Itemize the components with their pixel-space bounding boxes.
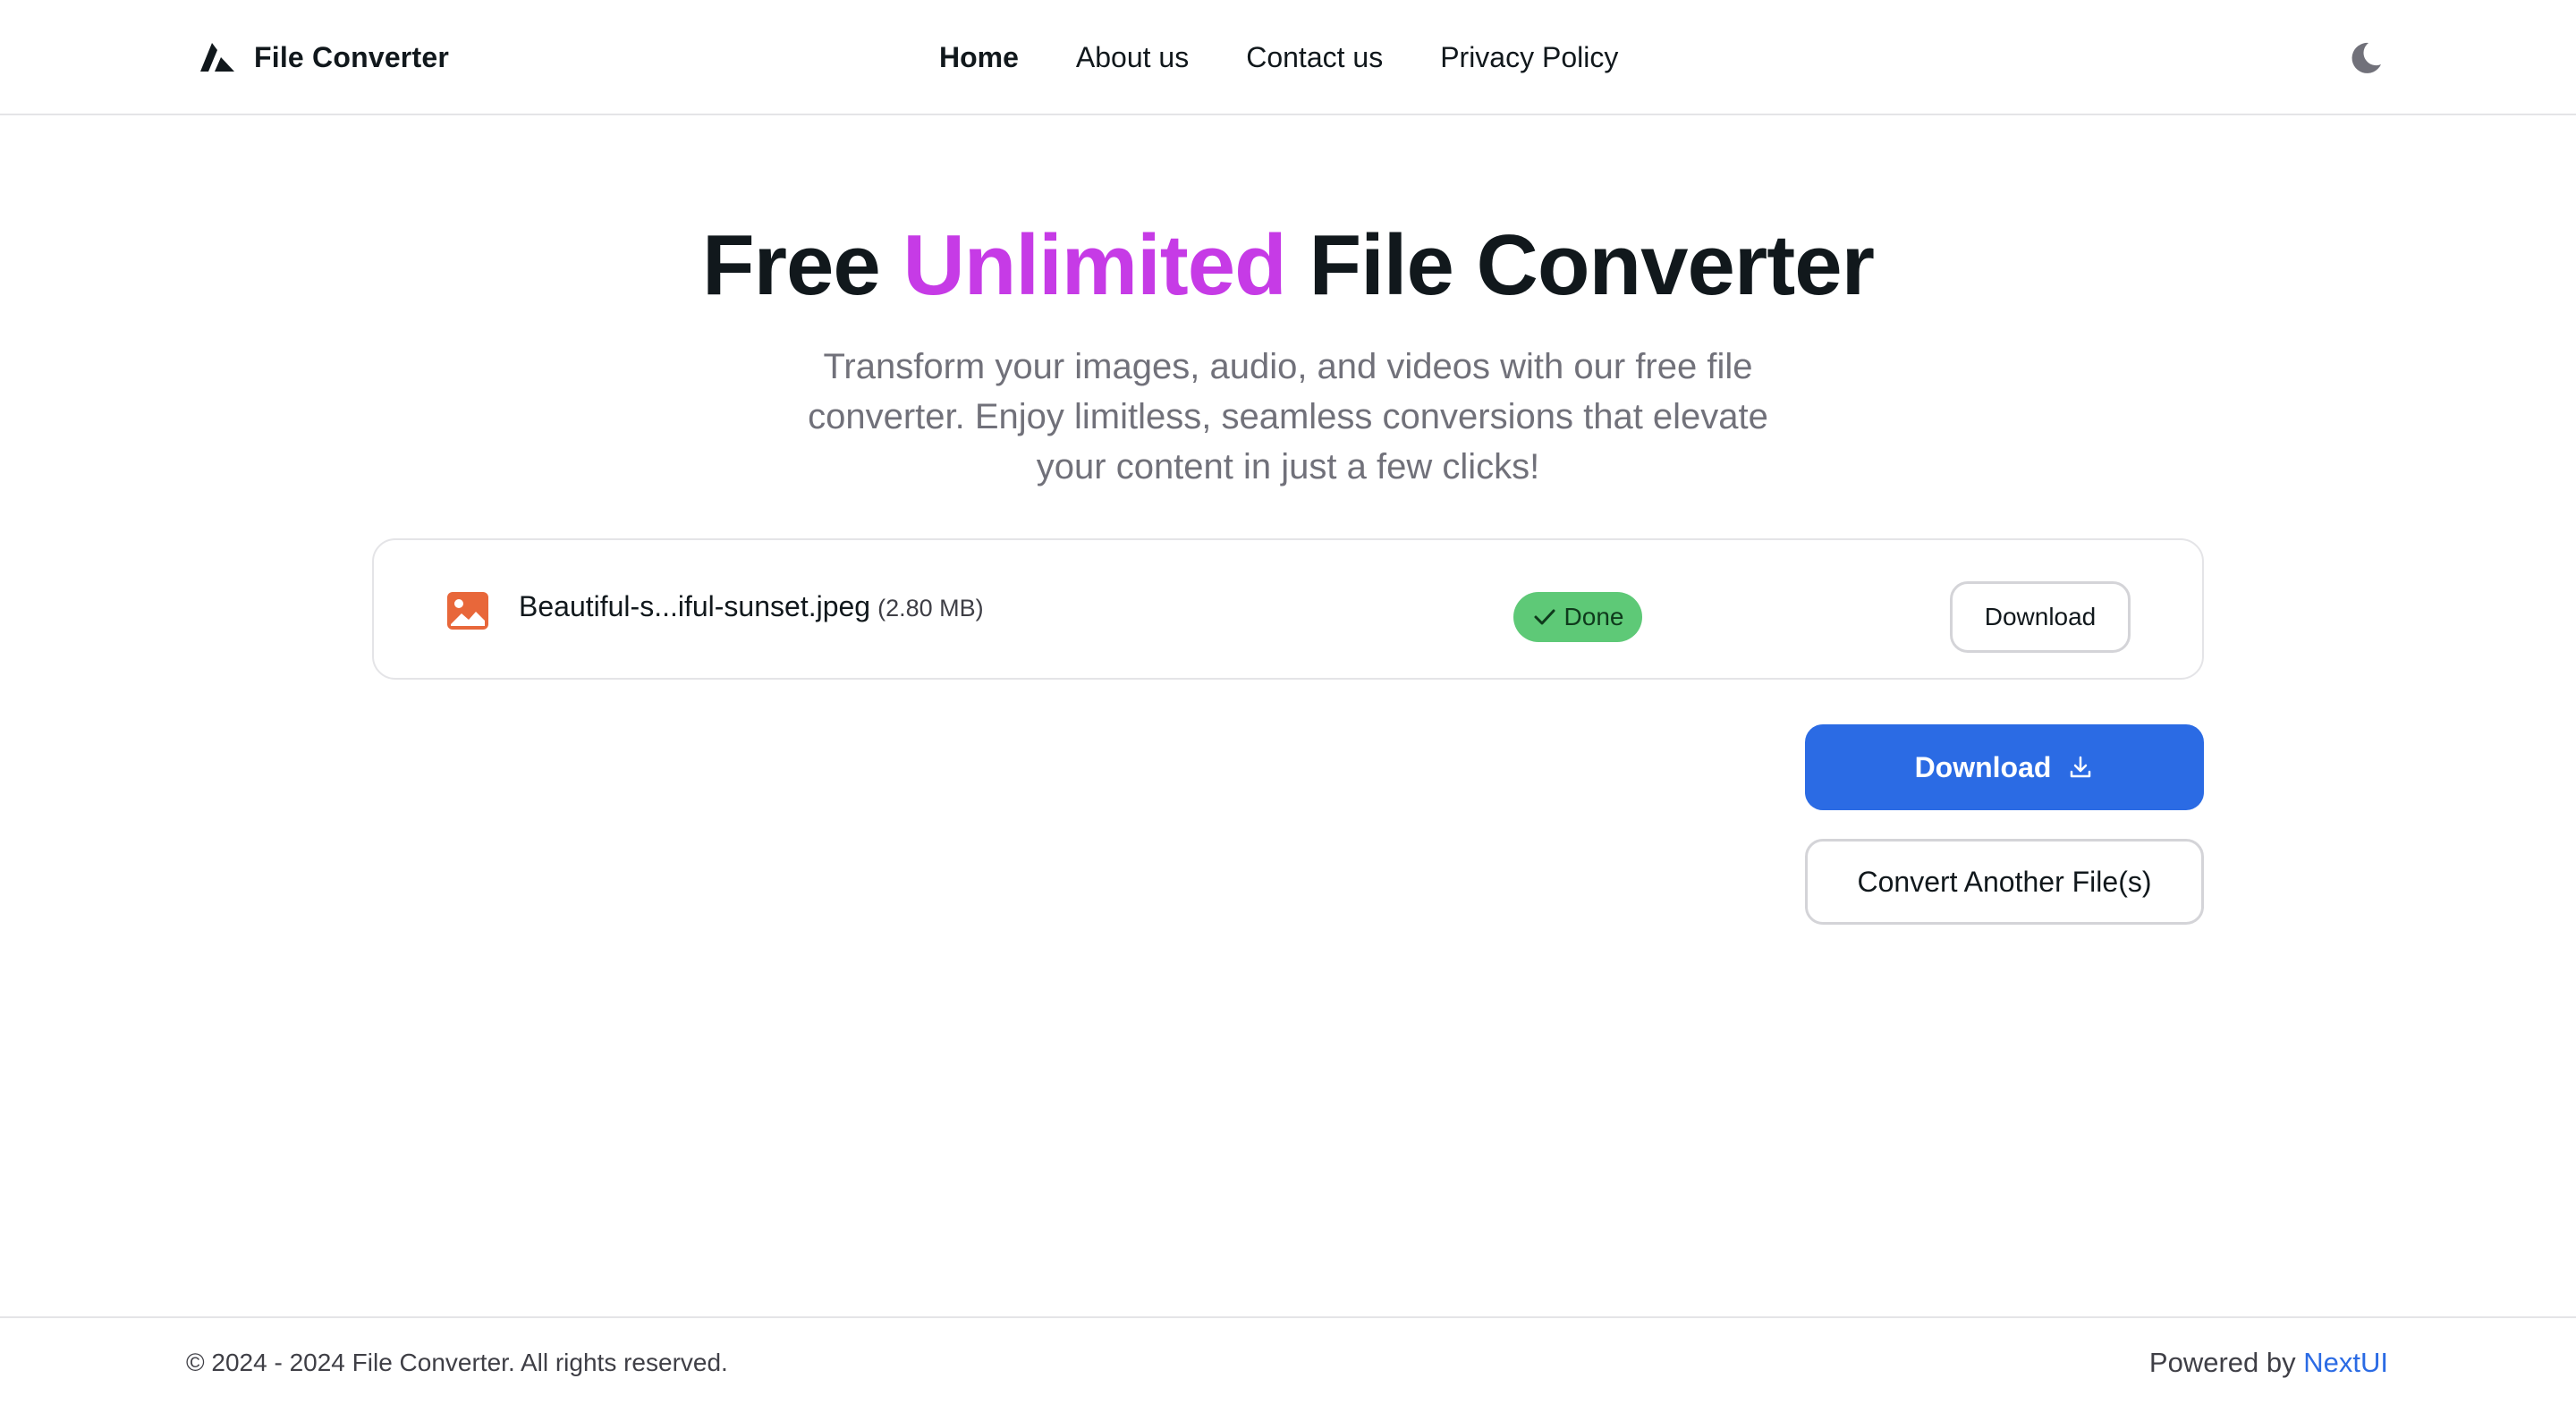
triangle-logo-icon: [200, 43, 234, 72]
file-size: (2.80 MB): [877, 595, 984, 622]
theme-toggle-button[interactable]: [2345, 38, 2386, 79]
status-label: Done: [1563, 603, 1624, 630]
navbar: File Converter Home About us Contact us …: [0, 0, 2576, 115]
moon-icon: [2351, 42, 2381, 73]
nav-link-about-us[interactable]: About us: [1076, 41, 1189, 74]
status-badge: Done: [1513, 592, 1642, 642]
nav-links: Home About us Contact us Privacy Policy: [939, 36, 1618, 79]
download-icon: [2071, 756, 2091, 778]
brand[interactable]: File Converter: [199, 36, 449, 79]
footer-copyright: © 2024 - 2024 File Converter. All rights…: [186, 1349, 728, 1376]
check-icon: [1534, 609, 1555, 625]
hero-title: Free Unlimited File Converter: [0, 218, 2576, 313]
download-all-button[interactable]: Download: [1805, 724, 2204, 810]
hero-subtitle: Transform your images, audio, and videos…: [808, 347, 1768, 486]
file-info: Beautiful-s...iful-sunset.jpeg (2.80 MB): [519, 590, 984, 633]
hero-title-accent: Unlimited: [902, 217, 1286, 313]
file-name: Beautiful-s...iful-sunset.jpeg: [519, 590, 871, 622]
file-download-button[interactable]: Download: [1950, 581, 2131, 653]
convert-another-button[interactable]: Convert Another File(s): [1805, 839, 2204, 925]
hero-title-suffix: File Converter: [1309, 217, 1875, 313]
image-file-icon: [447, 592, 488, 630]
page: File Converter Home About us Contact us …: [0, 0, 2576, 1404]
footer: © 2024 - 2024 File Converter. All rights…: [0, 1316, 2576, 1404]
nav-link-contact-us[interactable]: Contact us: [1246, 41, 1383, 74]
nav-link-home[interactable]: Home: [939, 41, 1019, 74]
powered-by-prefix: Powered by: [2148, 1347, 2296, 1378]
brand-name: File Converter: [254, 40, 449, 73]
hero-title-prefix: Free: [702, 217, 881, 313]
download-all-label: Download: [1914, 750, 2052, 783]
footer-powered-by: Powered by NextUI: [2149, 1347, 2388, 1379]
nav-link-privacy-policy[interactable]: Privacy Policy: [1440, 41, 1618, 74]
file-row-card: Beautiful-s...iful-sunset.jpeg (2.80 MB)…: [372, 538, 2204, 680]
nextui-link[interactable]: NextUI: [2303, 1347, 2388, 1378]
